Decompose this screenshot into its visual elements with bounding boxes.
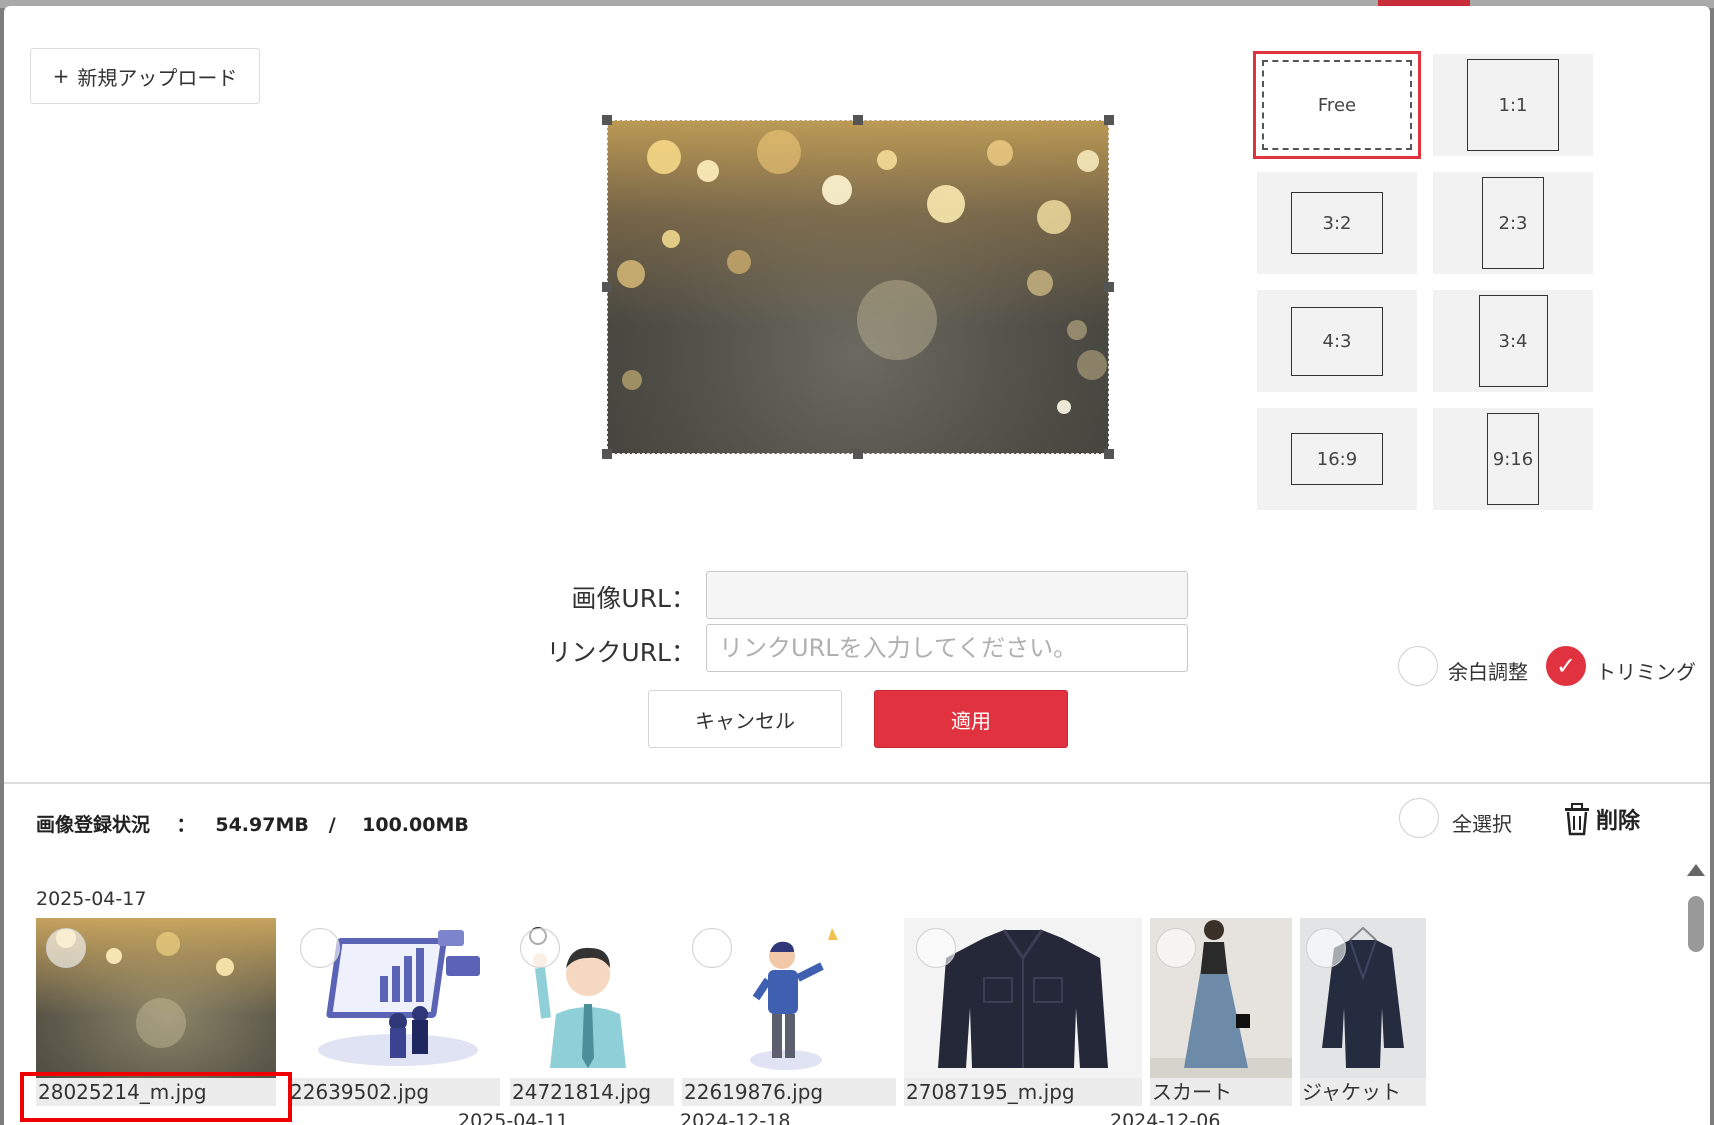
ratio-1-1[interactable]: 1:1 <box>1433 54 1593 156</box>
date-header: 2024-12-18 <box>680 1110 791 1125</box>
thumb-filename: 27087195_m.jpg <box>904 1078 1142 1106</box>
crop-preview[interactable] <box>602 115 1114 459</box>
thumb-select-radio[interactable] <box>46 928 86 968</box>
select-all-radio[interactable] <box>1399 798 1439 838</box>
crop-handle-left[interactable] <box>602 282 612 292</box>
ratio-3-2-label: 3:2 <box>1291 192 1383 254</box>
image-thumb[interactable]: 22639502.jpg <box>288 918 500 1106</box>
storage-used: 54.97MB <box>215 814 309 836</box>
thumb-filename: 22619876.jpg <box>682 1078 896 1106</box>
delete-button[interactable]: 削除 <box>1562 802 1640 836</box>
image-thumb[interactable]: 27087195_m.jpg <box>904 918 1142 1106</box>
thumb-select-radio[interactable] <box>692 928 732 968</box>
new-upload-button[interactable]: + 新規アップロード <box>30 48 260 104</box>
margin-adjust-radio[interactable] <box>1398 646 1438 686</box>
thumb-select-radio[interactable] <box>1156 928 1196 968</box>
highlight-annotation <box>20 1072 292 1122</box>
thumb-filename: 24721814.jpg <box>510 1078 674 1106</box>
ratio-3-4[interactable]: 3:4 <box>1433 290 1593 392</box>
crop-handle-top-right[interactable] <box>1104 115 1114 125</box>
image-thumb[interactable]: 22619876.jpg <box>682 918 896 1106</box>
crop-handle-bottom-right[interactable] <box>1104 449 1114 459</box>
select-all-label: 全選択 <box>1452 812 1512 836</box>
ratio-4-3-label: 4:3 <box>1291 306 1383 376</box>
thumb-filename: ジャケット <box>1300 1078 1426 1106</box>
image-url-field[interactable] <box>706 571 1188 619</box>
new-upload-label: 新規アップロード <box>77 65 238 90</box>
crop-handle-bottom[interactable] <box>853 449 863 459</box>
image-thumb[interactable]: 24721814.jpg <box>510 918 674 1106</box>
divider <box>4 782 1710 784</box>
thumb-filename: スカート <box>1150 1078 1292 1106</box>
thumb-select-radio[interactable] <box>300 928 340 968</box>
image-manager-modal: + 新規アップロード Free 1:1 3:2 2:3 4:3 3:4 16:9… <box>4 6 1710 1125</box>
thumb-filename: 22639502.jpg <box>288 1078 500 1106</box>
check-icon: ✓ <box>1555 652 1577 680</box>
crop-handle-top[interactable] <box>853 115 863 125</box>
crop-handle-right[interactable] <box>1104 282 1114 292</box>
image-thumb[interactable]: ジャケット <box>1300 918 1426 1106</box>
trimming-label: トリミング <box>1596 660 1696 684</box>
date-header: 2024-12-06 <box>1110 1110 1221 1125</box>
scroll-up-arrow-icon[interactable] <box>1687 864 1705 876</box>
ratio-16-9[interactable]: 16:9 <box>1257 408 1417 510</box>
ratio-4-3[interactable]: 4:3 <box>1257 290 1417 392</box>
thumb-select-radio[interactable] <box>520 928 560 968</box>
ratio-3-4-label: 3:4 <box>1478 295 1548 387</box>
ratio-2-3-label: 2:3 <box>1482 177 1544 269</box>
thumb-select-radio[interactable] <box>916 928 956 968</box>
apply-button[interactable]: 適用 <box>874 690 1068 748</box>
thumb-select-radio[interactable] <box>1306 928 1346 968</box>
scroll-thumb[interactable] <box>1688 896 1704 952</box>
ratio-2-3[interactable]: 2:3 <box>1433 172 1593 274</box>
crop-handle-top-left[interactable] <box>602 115 612 125</box>
crop-handle-bottom-left[interactable] <box>602 449 612 459</box>
ratio-9-16[interactable]: 9:16 <box>1433 408 1593 510</box>
cancel-button[interactable]: キャンセル <box>648 690 842 748</box>
storage-slash: / <box>328 814 336 836</box>
scrollbar[interactable] <box>1680 860 1710 1125</box>
ratio-1-1-label: 1:1 <box>1467 59 1559 151</box>
ratio-free[interactable]: Free <box>1253 51 1421 159</box>
margin-adjust-label: 余白調整 <box>1448 660 1528 684</box>
link-url-field[interactable] <box>706 624 1188 672</box>
trash-icon <box>1565 803 1589 836</box>
date-header: 2025-04-11 <box>458 1110 569 1125</box>
image-thumb[interactable]: スカート <box>1150 918 1292 1106</box>
date-header: 2025-04-17 <box>36 888 147 910</box>
crop-frame <box>607 120 1109 454</box>
storage-status: 画像登録状況 ： 54.97MB / 100.00MB <box>36 810 469 837</box>
storage-separator: ： <box>176 814 196 836</box>
ratio-free-label: Free <box>1262 60 1412 150</box>
storage-total: 100.00MB <box>362 814 469 836</box>
ratio-16-9-label: 16:9 <box>1291 433 1383 485</box>
delete-label: 削除 <box>1596 809 1641 834</box>
trimming-radio[interactable]: ✓ <box>1546 646 1586 686</box>
link-url-label: リンクURL： <box>546 638 696 667</box>
ratio-3-2[interactable]: 3:2 <box>1257 172 1417 274</box>
ratio-9-16-label: 9:16 <box>1487 413 1539 505</box>
plus-icon: + <box>52 64 70 88</box>
storage-status-label: 画像登録状況 <box>36 814 151 836</box>
image-url-label: 画像URL： <box>571 584 696 613</box>
